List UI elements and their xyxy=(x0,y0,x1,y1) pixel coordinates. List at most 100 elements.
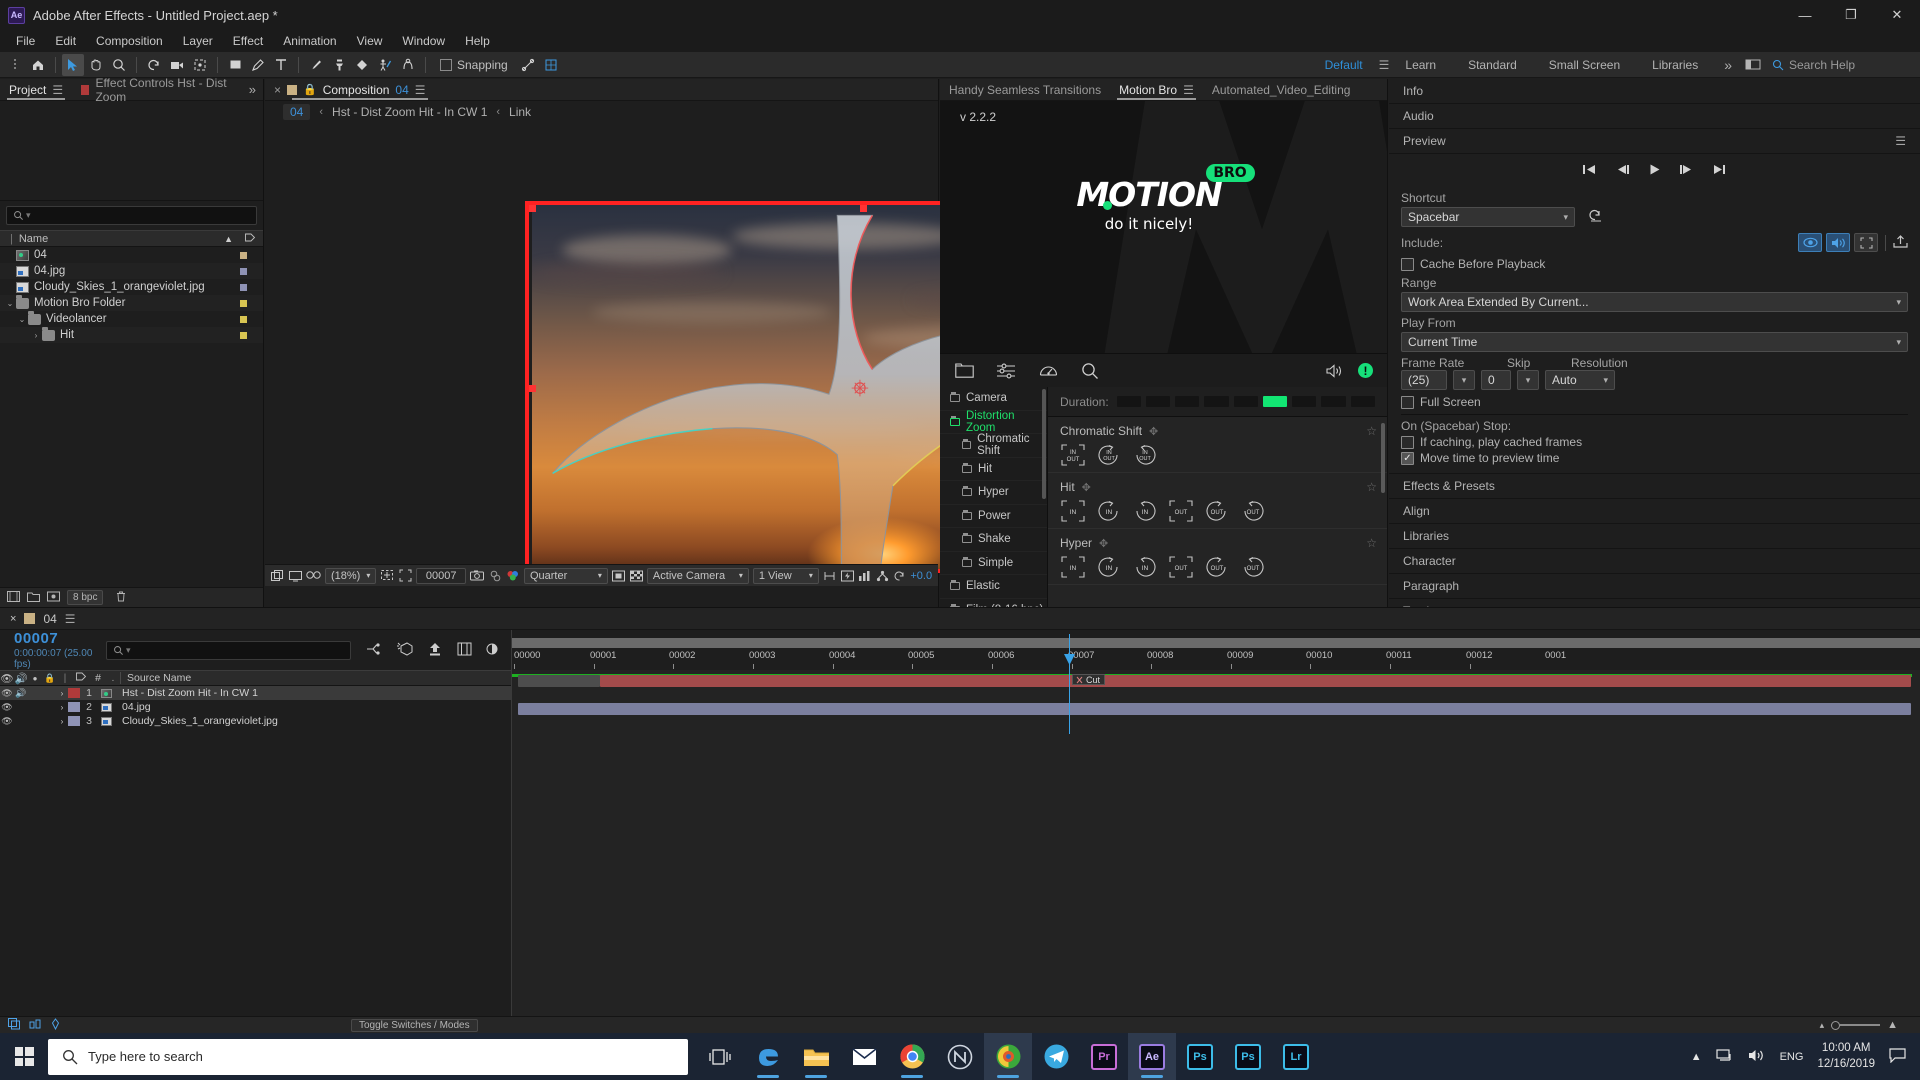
preset-hit-in-cw[interactable]: IN xyxy=(1132,499,1158,523)
comp-flowchart-icon[interactable] xyxy=(875,568,889,583)
snapping-toggle[interactable]: Snapping xyxy=(440,58,508,72)
zoom-slider-thumb[interactable] xyxy=(1831,1020,1841,1030)
lock-icon[interactable]: 🔒 xyxy=(303,83,317,96)
list-item[interactable]: › Hit xyxy=(0,326,263,343)
clone-stamp-tool-icon[interactable] xyxy=(328,54,350,76)
preset-hit-out-ccw[interactable]: OUT xyxy=(1204,499,1230,523)
menu-composition[interactable]: Composition xyxy=(86,32,173,50)
edge-icon[interactable] xyxy=(744,1033,792,1080)
preset-anchor-icon[interactable]: ✥ xyxy=(1149,425,1158,438)
preset-in-out-cw[interactable]: IN OUT xyxy=(1132,443,1158,467)
timeline-graph[interactable]: 00000 00001 00002 00003 00004 00005 0000… xyxy=(511,630,1920,1016)
menu-edit[interactable]: Edit xyxy=(45,32,86,50)
file-explorer-icon[interactable] xyxy=(792,1033,840,1080)
project-bit-depth[interactable]: 8 bpc xyxy=(67,590,104,605)
lightroom-icon[interactable]: Lr xyxy=(1272,1033,1320,1080)
panel-info[interactable]: Info xyxy=(1389,79,1920,104)
list-item[interactable]: Cloudy_Skies_1_orangeviolet.jpg xyxy=(0,279,263,295)
workspace-overflow-icon[interactable]: » xyxy=(1714,57,1742,73)
region-of-interest-icon[interactable] xyxy=(612,568,626,583)
grid-snap-icon[interactable] xyxy=(540,54,562,76)
roi-icon[interactable] xyxy=(398,568,412,583)
volume-icon[interactable] xyxy=(1324,361,1344,381)
twirl-icon[interactable]: ⌄ xyxy=(4,299,16,308)
category-power[interactable]: Power xyxy=(940,505,1047,528)
menu-effect[interactable]: Effect xyxy=(223,32,273,50)
comp-switches-icon[interactable] xyxy=(8,1017,21,1033)
category-chromatic-shift[interactable]: Chromatic Shift xyxy=(940,433,1047,458)
motion-bro-panel-menu-icon[interactable]: ☰ xyxy=(1183,83,1194,97)
panel-effects-presets[interactable]: Effects & Presets xyxy=(1389,474,1920,499)
search-help-field[interactable]: Search Help xyxy=(1764,58,1914,72)
menu-window[interactable]: Window xyxy=(392,32,455,50)
idm-icon[interactable] xyxy=(984,1033,1032,1080)
volume-icon[interactable] xyxy=(1748,1048,1766,1066)
telegram-icon[interactable] xyxy=(1032,1033,1080,1080)
play-icon[interactable] xyxy=(1648,163,1661,179)
channels-icon[interactable] xyxy=(506,568,520,583)
brush-tool-icon[interactable] xyxy=(305,54,327,76)
favorite-star-icon[interactable]: ☆ xyxy=(1366,480,1377,494)
zoom-out-icon[interactable]: ▴ xyxy=(1820,1020,1825,1031)
speedometer-icon[interactable] xyxy=(1038,361,1058,381)
maximize-button[interactable]: ❐ xyxy=(1828,0,1874,30)
resolution-select[interactable]: Quarter ▾ xyxy=(523,567,608,584)
show-snapshot-icon[interactable] xyxy=(488,568,502,583)
project-column-name[interactable]: Name xyxy=(19,233,48,245)
workspace-small-screen[interactable]: Small Screen xyxy=(1533,55,1636,75)
next-frame-icon[interactable] xyxy=(1679,163,1694,179)
preset-hyper-out-bracket[interactable]: OUT xyxy=(1168,555,1194,579)
play-from-select[interactable]: Current Time ▾ xyxy=(1401,332,1908,352)
viewer-timecode[interactable]: 00007 xyxy=(415,567,467,584)
roto-brush-tool-icon[interactable] xyxy=(374,54,396,76)
preset-anchor-icon[interactable]: ✥ xyxy=(1099,537,1108,550)
preset-in-out-ccw[interactable]: IN OUT xyxy=(1096,443,1122,467)
preset-hyper-out-cw[interactable]: OUT xyxy=(1240,555,1266,579)
duration-segment[interactable] xyxy=(1204,396,1229,407)
preset-in-out-bracket[interactable]: IN OUT xyxy=(1060,443,1086,467)
full-screen-checkbox[interactable]: Full Screen xyxy=(1401,395,1908,409)
include-overlays-icon[interactable] xyxy=(1854,233,1878,252)
range-select[interactable]: Work Area Extended By Current... ▾ xyxy=(1401,292,1908,312)
preview-panel-menu-icon[interactable]: ☰ xyxy=(1895,134,1906,148)
current-timecode[interactable]: 00007 0:00:00:07 (25.00 fps) xyxy=(0,630,106,670)
skip-dropdown[interactable]: ▾ xyxy=(1517,370,1539,390)
workspace-menu-icon[interactable]: ☰ xyxy=(1379,58,1390,72)
project-search-input[interactable]: ▾ xyxy=(6,206,257,225)
selection-tool-icon[interactable] xyxy=(62,53,84,76)
preset-hit-in-ccw[interactable]: IN xyxy=(1096,499,1122,523)
adjustment-layer-icon[interactable] xyxy=(47,591,60,605)
tab-project[interactable]: Project ☰ xyxy=(0,79,72,100)
photoshop-icon[interactable]: Ps xyxy=(1176,1033,1224,1080)
toggle-panels-icon[interactable] xyxy=(1742,54,1764,76)
label-color-swatch[interactable] xyxy=(240,315,247,323)
tab-close-icon[interactable]: × xyxy=(265,79,285,100)
list-item[interactable]: ⌄ Motion Bro Folder xyxy=(0,294,263,311)
breadcrumb-link[interactable]: Link xyxy=(509,105,531,119)
transparency-grid-icon[interactable] xyxy=(629,568,643,583)
favorite-star-icon[interactable]: ☆ xyxy=(1366,424,1377,438)
label-color-swatch[interactable] xyxy=(240,331,247,339)
composition-mini-flowchart-icon[interactable] xyxy=(365,642,382,659)
workspace-libraries[interactable]: Libraries xyxy=(1636,55,1714,75)
menu-layer[interactable]: Layer xyxy=(173,32,223,50)
preset-hyper-in-ccw[interactable]: IN xyxy=(1096,555,1122,579)
puppet-tool-icon[interactable] xyxy=(397,54,419,76)
nitro-icon[interactable] xyxy=(936,1033,984,1080)
preset-hyper-in-bracket[interactable]: IN xyxy=(1060,555,1086,579)
eraser-tool-icon[interactable] xyxy=(351,54,373,76)
camera-tool-icon[interactable] xyxy=(166,54,188,76)
layer-label-color[interactable] xyxy=(68,688,80,698)
cache-before-playback-checkbox[interactable]: Cache Before Playback xyxy=(1401,257,1908,271)
duration-segment[interactable] xyxy=(1116,396,1141,407)
reset-shortcut-icon[interactable] xyxy=(1588,209,1603,225)
category-hyper[interactable]: Hyper xyxy=(940,481,1047,505)
clock[interactable]: 10:00 AM 12/16/2019 xyxy=(1817,1041,1875,1072)
preset-hyper-out-ccw[interactable]: OUT xyxy=(1204,555,1230,579)
skip-field[interactable]: 0 xyxy=(1481,370,1511,390)
list-item[interactable]: ⌄ Videolancer xyxy=(0,310,263,327)
fit-to-comp-icon[interactable] xyxy=(380,568,394,583)
pan-behind-tool-icon[interactable] xyxy=(189,54,211,76)
panel-character[interactable]: Character xyxy=(1389,549,1920,574)
previous-frame-icon[interactable] xyxy=(1615,163,1630,179)
